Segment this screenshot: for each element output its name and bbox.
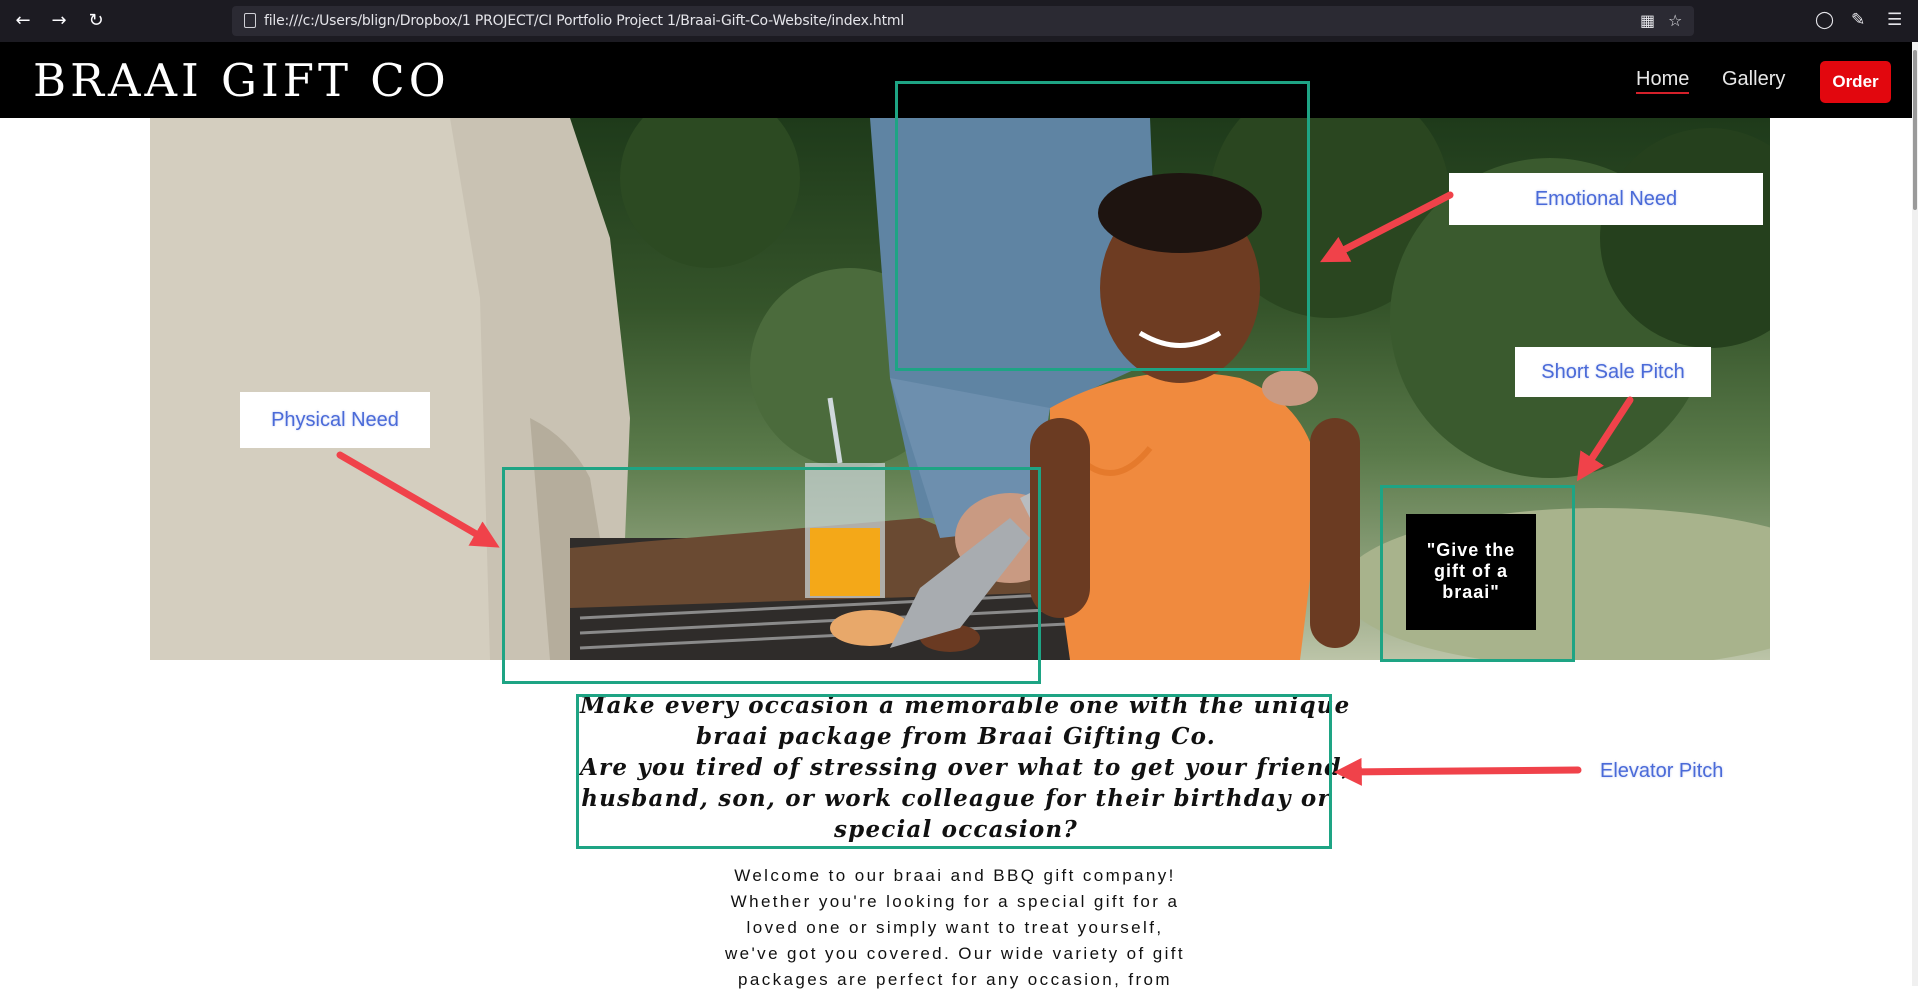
site-logo[interactable]: BRAAI GIFT CO [33, 54, 450, 107]
elevator-pitch-label: Elevator Pitch [1600, 760, 1724, 782]
elevator-pitch-highlight-box [576, 694, 1332, 849]
intro-line: loved one or simply want to treat yourse… [746, 918, 1164, 937]
page-icon [244, 13, 256, 28]
elevator-pitch-arrow [1333, 757, 1582, 786]
nav-home-link[interactable]: Home [1636, 68, 1690, 94]
pocket-icon[interactable]: ◯ [1815, 10, 1834, 30]
order-button[interactable]: Order [1820, 61, 1891, 103]
reload-icon[interactable]: ↻ [85, 10, 107, 32]
emotional-need-label: Emotional Need [1449, 173, 1763, 225]
intro-line: Whether you're looking for a special gif… [730, 892, 1180, 911]
reader-view-icon[interactable]: ▦ [1640, 11, 1655, 30]
bookmark-star-icon[interactable]: ☆ [1668, 11, 1682, 30]
intro-line: we've got you covered. Our wide variety … [725, 944, 1185, 963]
emotional-need-highlight-box [895, 81, 1310, 371]
short-sale-pitch-label: Short Sale Pitch [1515, 347, 1711, 397]
intro-line: packages are perfect for any occasion, f… [738, 970, 1172, 989]
nav-gallery-link[interactable]: Gallery [1722, 68, 1785, 91]
scrollbar-thumb[interactable] [1913, 50, 1917, 210]
back-arrow-icon[interactable]: ← [12, 10, 34, 32]
physical-need-highlight-box [502, 467, 1041, 684]
browser-toolbar: ← → ↻ file:///c:/Users/blign/Dropbox/1 P… [0, 0, 1918, 42]
menu-icon[interactable]: ☰ [1887, 10, 1902, 30]
intro-paragraph: Welcome to our braai and BBQ gift compan… [700, 863, 1210, 993]
address-bar[interactable]: file:///c:/Users/blign/Dropbox/1 PROJECT… [232, 6, 1694, 36]
url-text[interactable]: file:///c:/Users/blign/Dropbox/1 PROJECT… [264, 13, 904, 29]
intro-line: Welcome to our braai and BBQ gift compan… [734, 866, 1176, 885]
short-sale-pitch-highlight-box [1380, 485, 1575, 662]
extensions-icon[interactable]: ✎ [1851, 10, 1865, 30]
forward-arrow-icon[interactable]: → [48, 10, 70, 32]
physical-need-label: Physical Need [240, 392, 430, 448]
